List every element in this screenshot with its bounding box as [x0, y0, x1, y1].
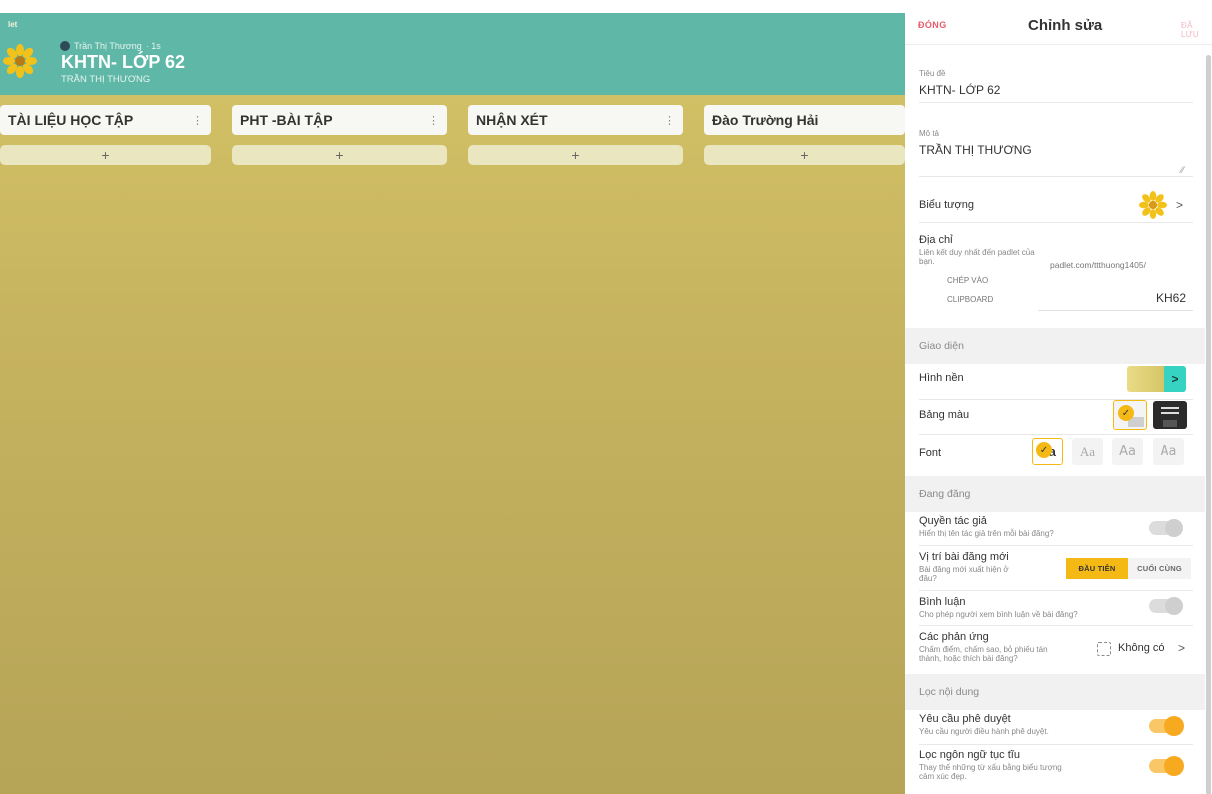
address-slug-input[interactable]: KH62	[1156, 291, 1186, 305]
font-option-2[interactable]: Aa	[1072, 438, 1103, 465]
add-post-button[interactable]: +	[704, 145, 905, 165]
comments-label: Bình luận	[919, 596, 966, 608]
profanity-filter-label: Lọc ngôn ngữ tục tĩu	[919, 749, 1020, 761]
approval-label: Yêu cầu phê duyệt	[919, 713, 1011, 725]
top-strip	[0, 0, 905, 13]
panel-scrollbar[interactable]	[1206, 55, 1211, 794]
column-menu-icon[interactable]: ⋮	[664, 114, 675, 127]
palette-dark-line	[1161, 412, 1179, 414]
wallpaper-label: Hình nền	[919, 372, 964, 384]
divider	[919, 434, 1193, 435]
divider	[919, 102, 1193, 103]
board-subtitle: TRẦN THỊ THƯƠNG	[61, 74, 151, 85]
check-icon: ✓	[1036, 442, 1052, 458]
chevron-right-icon[interactable]: >	[1176, 198, 1183, 212]
font-label: Font	[919, 447, 942, 459]
palette-dark-line	[1161, 407, 1179, 409]
attribution-toggle[interactable]	[1149, 519, 1183, 537]
check-icon: ✓	[1118, 405, 1134, 421]
flower-icon[interactable]	[1139, 191, 1167, 219]
column-title: PHT -BÀI TẬP	[240, 112, 333, 128]
font-option-3[interactable]: Aa	[1112, 438, 1143, 465]
appearance-section-header: Giao diện	[905, 328, 1205, 364]
flower-icon	[3, 44, 37, 78]
column-title: TÀI LIỆU HỌC TẬP	[8, 112, 134, 128]
chevron-right-icon[interactable]: >	[1164, 366, 1186, 392]
reactions-value[interactable]: Không có	[1118, 642, 1164, 654]
chevron-right-icon[interactable]: >	[1178, 641, 1185, 655]
board-canvas: let Trần Thị Thương · 1s KHTN- LỚP 62 TR…	[0, 0, 905, 794]
comments-toggle[interactable]	[1149, 597, 1183, 615]
copy-clipboard-line2[interactable]: CLIPBOARD	[947, 295, 993, 304]
column-menu-icon[interactable]: ⋮	[192, 114, 203, 127]
add-post-button[interactable]: +	[0, 145, 211, 165]
post-position-help: Bài đăng mới xuất hiện ở đâu?	[919, 565, 1009, 583]
column-header-4[interactable]: Đào Trường Hải	[704, 105, 905, 135]
profanity-filter-toggle[interactable]	[1149, 756, 1184, 776]
palette-label: Bảng màu	[919, 409, 970, 421]
palette-dark-card	[1163, 420, 1177, 427]
column-title: Đào Trường Hải	[712, 112, 819, 128]
board-title: KHTN- LỚP 62	[61, 52, 186, 72]
post-time: · 1s	[145, 41, 161, 51]
reactions-label: Các phản ứng	[919, 631, 989, 643]
add-post-button[interactable]: +	[232, 145, 447, 165]
author-row: Trần Thị Thương · 1s	[60, 41, 161, 51]
copy-clipboard-line1[interactable]: CHÉP VÀO	[947, 276, 988, 285]
close-button[interactable]: ĐÓNG	[918, 20, 947, 30]
divider	[919, 399, 1193, 400]
panel-title: Chỉnh sửa	[1028, 17, 1103, 34]
divider	[919, 744, 1193, 745]
reactions-help: Chấm điểm, chấm sao, bỏ phiếu tán thành,…	[919, 645, 1048, 663]
post-position-label: Vị trí bài đăng mới	[919, 551, 1009, 563]
description-label: Mô tả	[919, 129, 940, 138]
author-avatar	[60, 41, 70, 51]
description-input[interactable]: TRẦN THỊ THƯƠNG	[919, 143, 1032, 157]
palette-dark-option[interactable]	[1153, 401, 1187, 429]
wallpaper-preview[interactable]	[1127, 366, 1164, 392]
attribution-label: Quyền tác giả	[919, 515, 987, 527]
font-option-4[interactable]: Aa	[1153, 438, 1184, 465]
position-last-button[interactable]: CUỐI CÙNG	[1128, 558, 1191, 579]
comments-help: Cho phép người xem bình luận về bài đăng…	[919, 610, 1078, 619]
author-name: Trần Thị Thương	[74, 41, 142, 51]
approval-toggle[interactable]	[1149, 716, 1184, 736]
address-label: Địa chỉ	[919, 234, 953, 246]
slug-underline	[1038, 310, 1193, 311]
panel-header: ĐÓNG Chỉnh sửa ĐÃ LƯU	[905, 0, 1212, 45]
approval-help: Yêu cầu người điều hành phê duyệt.	[919, 727, 1049, 736]
settings-panel: ĐÓNG Chỉnh sửa ĐÃ LƯU Tiêu đề KHTN- LỚP …	[905, 0, 1212, 794]
column-header-2[interactable]: PHT -BÀI TẬP ⋮	[232, 105, 447, 135]
palette-light-option[interactable]: ✓	[1113, 400, 1147, 430]
padlet-logo[interactable]: let	[8, 20, 17, 29]
divider	[919, 176, 1193, 177]
saved-status: ĐÃ LƯU	[1181, 21, 1199, 39]
divider	[919, 625, 1193, 626]
divider	[919, 545, 1193, 546]
address-base-url: padlet.com/ttthuong1405/	[1050, 260, 1146, 270]
column-header-1[interactable]: TÀI LIỆU HỌC TẬP ⋮	[0, 105, 211, 135]
position-first-button[interactable]: ĐẦU TIÊN	[1066, 558, 1128, 579]
add-post-button[interactable]: +	[468, 145, 683, 165]
title-input[interactable]: KHTN- LỚP 62	[919, 83, 1000, 97]
attribution-help: Hiển thị tên tác giả trên mỗi bài đăng?	[919, 529, 1054, 538]
divider	[919, 590, 1193, 591]
font-option-1[interactable]: Aa ✓	[1032, 438, 1063, 465]
icon-label: Biểu tượng	[919, 199, 974, 211]
column-header-3[interactable]: NHẬN XÉT ⋮	[468, 105, 683, 135]
content-filter-section-header: Lọc nội dung	[905, 674, 1205, 710]
profanity-filter-help: Thay thế những từ xấu bằng biểu tượng cả…	[919, 763, 1062, 781]
reaction-empty-icon	[1097, 642, 1111, 656]
column-title: NHẬN XÉT	[476, 112, 548, 128]
divider	[919, 222, 1193, 223]
column-menu-icon[interactable]: ⋮	[428, 114, 439, 127]
address-help: Liên kết duy nhất đến padlet của bạn.	[919, 248, 1035, 266]
posting-section-header: Đang đăng	[905, 476, 1205, 512]
title-label: Tiêu đề	[919, 69, 946, 78]
resize-handle-icon[interactable]: ⁄⁄	[1181, 165, 1184, 175]
